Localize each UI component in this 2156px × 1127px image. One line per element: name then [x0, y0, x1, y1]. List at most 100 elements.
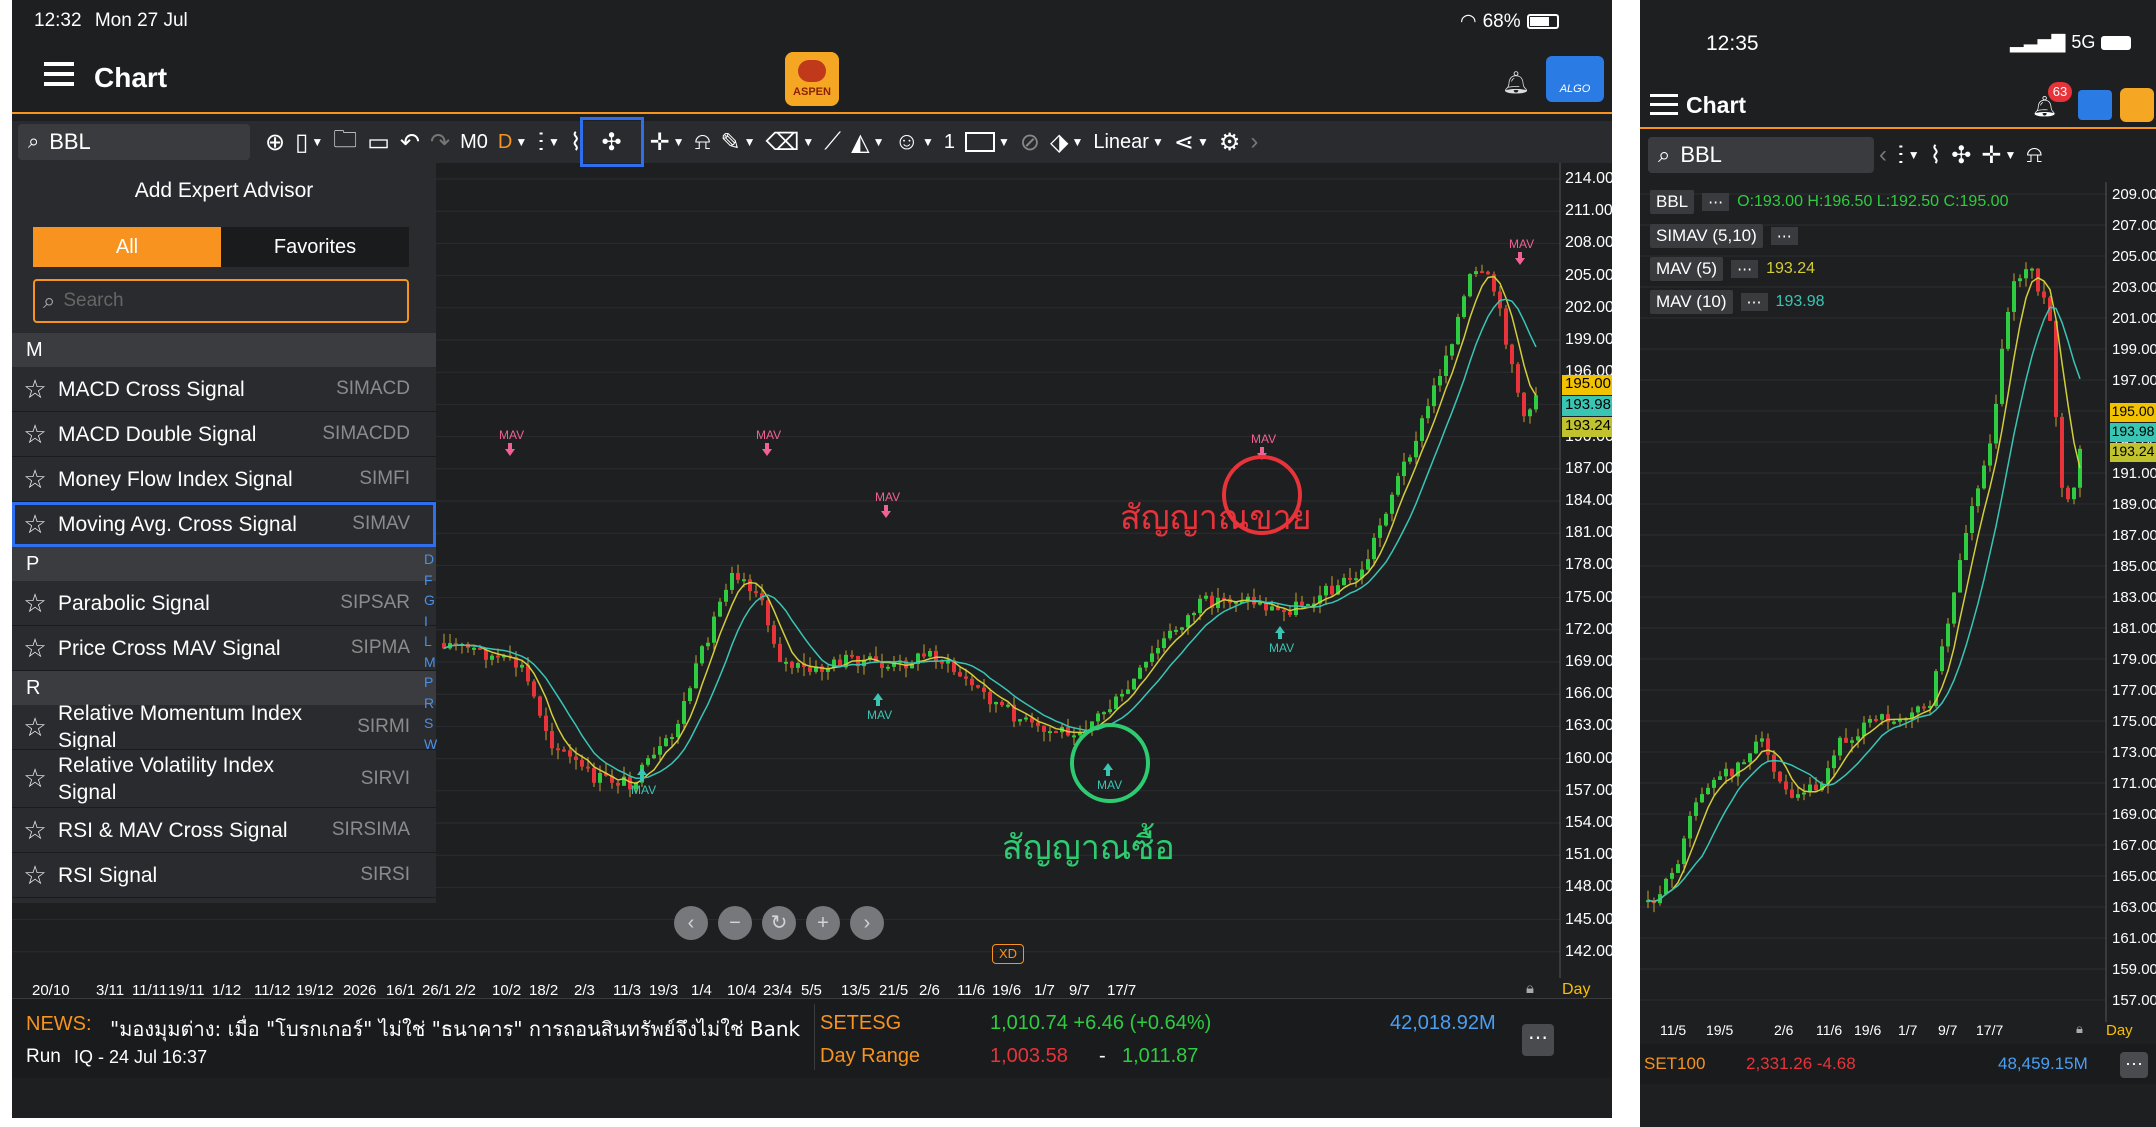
share-icon[interactable]: ⋖ ▼	[1169, 124, 1214, 160]
expert-advisor-item[interactable]: ☆ Relative Momentum Index Signal SIRMI	[12, 702, 436, 752]
scroll-right-button[interactable]: ›	[850, 906, 884, 940]
sell-signal-marker[interactable]: MAV	[756, 428, 781, 456]
pencil-icon[interactable]: ✎ ▼	[715, 124, 760, 160]
expert-advisor-icon[interactable]: ✣	[1946, 137, 1976, 173]
aspen-logo[interactable]: ASPEN	[785, 52, 839, 106]
undo-icon[interactable]: ↶	[395, 124, 425, 160]
bell-icon[interactable]: 🔔︎	[1502, 70, 1530, 96]
hamburger-menu-icon[interactable]	[44, 62, 74, 86]
chevron-right-icon[interactable]: ›	[1245, 124, 1263, 160]
alpha-index-letter[interactable]: I	[424, 613, 428, 629]
favorite-star-icon[interactable]: ☆	[12, 712, 58, 743]
alpha-index-letter[interactable]: D	[424, 551, 434, 567]
alpha-index-letter[interactable]: G	[424, 592, 435, 608]
expert-advisor-item[interactable]: ☆ Moving Avg. Cross Signal SIMAV	[12, 502, 436, 547]
tab-all[interactable]: All	[33, 227, 221, 267]
crosshair-icon[interactable]: ✛ ▼	[645, 124, 690, 160]
ruler-icon[interactable]: ⟋	[819, 124, 846, 160]
legend-mav10[interactable]: MAV (10) ⋯ 193.98	[1650, 290, 1824, 314]
lock-icon[interactable]: 🔒︎	[1526, 980, 1534, 997]
phone-index-name[interactable]: SET100	[1644, 1054, 1705, 1074]
expert-advisor-item[interactable]: ☆ Price Cross MAV Signal SIPMA	[12, 626, 436, 671]
buy-signal-marker[interactable]: MAV	[1269, 626, 1294, 655]
sell-signal-marker[interactable]: MAV	[1509, 237, 1534, 265]
color-picker-icon[interactable]: ▼	[960, 124, 1015, 160]
lock-icon[interactable]: 🔒︎	[2076, 1021, 2083, 1037]
period-d-button[interactable]: D ▼	[493, 124, 532, 160]
buy-signal-marker[interactable]: MAV	[1097, 763, 1122, 792]
more-options-icon[interactable]: ⋯	[2120, 1052, 2148, 1078]
favorite-star-icon[interactable]: ☆	[12, 509, 58, 540]
candlestick-type-icon[interactable]: ⵗ ▼	[1892, 137, 1925, 173]
alpha-index-letter[interactable]: W	[424, 736, 437, 752]
alpha-index-letter[interactable]: R	[424, 695, 434, 711]
expert-advisor-item[interactable]: ☆ MACD Double Signal SIMACDD	[12, 412, 436, 457]
buy-signal-marker[interactable]: MAV	[867, 693, 892, 722]
expert-advisor-item[interactable]: ☆ RSI Signal SIRSI	[12, 853, 436, 898]
crosshair-icon[interactable]: ✛ ▼	[1976, 137, 2021, 173]
indicator-icon[interactable]: ⌇	[565, 124, 587, 160]
hamburger-menu-icon[interactable]	[1650, 94, 1678, 115]
legend-simav[interactable]: SIMAV (5,10) ⋯	[1650, 224, 1798, 248]
tag-icon[interactable]: ⬗ ▼	[1045, 124, 1088, 160]
period-m-button[interactable]: M0	[455, 124, 493, 160]
aspen-logo[interactable]	[2120, 88, 2154, 122]
expert-advisor-item[interactable]: ☆ Money Flow Index Signal SIMFI	[12, 457, 436, 502]
favorite-star-icon[interactable]: ☆	[12, 419, 58, 450]
favorite-star-icon[interactable]: ☆	[12, 860, 58, 891]
algo-button[interactable]	[2078, 90, 2112, 120]
news-headline[interactable]: "มองมุมต่าง: เมื่อ "โบรกเกอร์" ไม่ใช่ "ธ…	[110, 1013, 812, 1045]
alert-bell-icon[interactable]: ⍾	[690, 124, 716, 160]
chart-window-icon[interactable]: ▭	[362, 124, 395, 160]
new-file-icon[interactable]: ▯ ▼	[290, 124, 328, 160]
algo-button[interactable]: ALGO	[1546, 56, 1604, 102]
expert-advisor-item[interactable]: ☆ MACD Cross Signal SIMACD	[12, 367, 436, 412]
favorite-star-icon[interactable]: ☆	[12, 374, 58, 405]
line-width-value[interactable]: 1	[939, 124, 960, 160]
candlestick-type-icon[interactable]: ⵗ ▼	[532, 124, 565, 160]
sell-signal-marker[interactable]: MAV	[499, 428, 524, 456]
expert-advisor-item[interactable]: ☆ RSI & MAV Cross Signal SIRSIMA	[12, 808, 436, 853]
chevron-left-icon[interactable]: ‹	[1874, 137, 1892, 173]
sell-signal-marker[interactable]: MAV	[875, 490, 900, 518]
emoji-icon[interactable]: ☺ ▼	[889, 124, 938, 160]
symbol-search[interactable]: ⌕ BBL	[18, 124, 250, 160]
indicator-icon[interactable]: ⌇	[1925, 137, 1947, 173]
tab-favorites[interactable]: Favorites	[221, 227, 409, 267]
reset-button[interactable]: ↻	[762, 906, 796, 940]
zoom-out-button[interactable]: −	[718, 906, 752, 940]
link-icon[interactable]: ⊘	[1015, 124, 1045, 160]
favorite-star-icon[interactable]: ☆	[12, 464, 58, 495]
more-icon[interactable]: ⋯	[1740, 293, 1768, 311]
scale-dropdown[interactable]: Linear ▼	[1088, 124, 1169, 160]
more-options-icon[interactable]: ⋯	[1522, 1024, 1554, 1056]
alpha-index-letter[interactable]: L	[424, 633, 432, 649]
scroll-left-button[interactable]: ‹	[674, 906, 708, 940]
favorite-star-icon[interactable]: ☆	[12, 588, 58, 619]
xd-marker[interactable]: XD	[992, 944, 1024, 964]
alpha-index-letter[interactable]: M	[424, 654, 436, 670]
alpha-index-letter[interactable]: P	[424, 674, 433, 690]
alpha-index-letter[interactable]: F	[424, 572, 433, 588]
legend-ohlc[interactable]: BBL ⋯ O:193.00 H:196.50 L:192.50 C:195.0…	[1650, 190, 2008, 214]
expert-advisor-item[interactable]: ☆ Relative Volatility Index Signal SIRVI	[12, 750, 436, 808]
alpha-index-letter[interactable]: S	[424, 715, 433, 731]
more-icon[interactable]: ⋯	[1731, 260, 1759, 278]
redo-icon[interactable]: ↷	[425, 124, 455, 160]
more-icon[interactable]: ⋯	[1702, 193, 1730, 211]
more-icon[interactable]: ⋯	[1770, 227, 1798, 245]
favorite-star-icon[interactable]: ☆	[12, 763, 58, 794]
zoom-in-button[interactable]: +	[806, 906, 840, 940]
add-icon[interactable]: ⊕	[260, 124, 290, 160]
favorite-star-icon[interactable]: ☆	[12, 633, 58, 664]
eraser-icon[interactable]: ⌫ ▼	[760, 124, 819, 160]
expert-advisor-item[interactable]: ☆ Parabolic Signal SIPSAR	[12, 581, 436, 626]
panel-search-input[interactable]: ⌕ Search	[33, 279, 409, 323]
shapes-icon[interactable]: ◭ ▼	[846, 124, 889, 160]
settings-gear-icon[interactable]: ⚙	[1214, 124, 1246, 160]
favorite-star-icon[interactable]: ☆	[12, 815, 58, 846]
index-name[interactable]: SETESG	[820, 1012, 901, 1035]
alert-bell-icon[interactable]: ⍾	[2021, 137, 2047, 173]
phone-symbol-search[interactable]: ⌕ BBL	[1648, 137, 1874, 173]
buy-signal-marker[interactable]: MAV	[631, 768, 656, 797]
